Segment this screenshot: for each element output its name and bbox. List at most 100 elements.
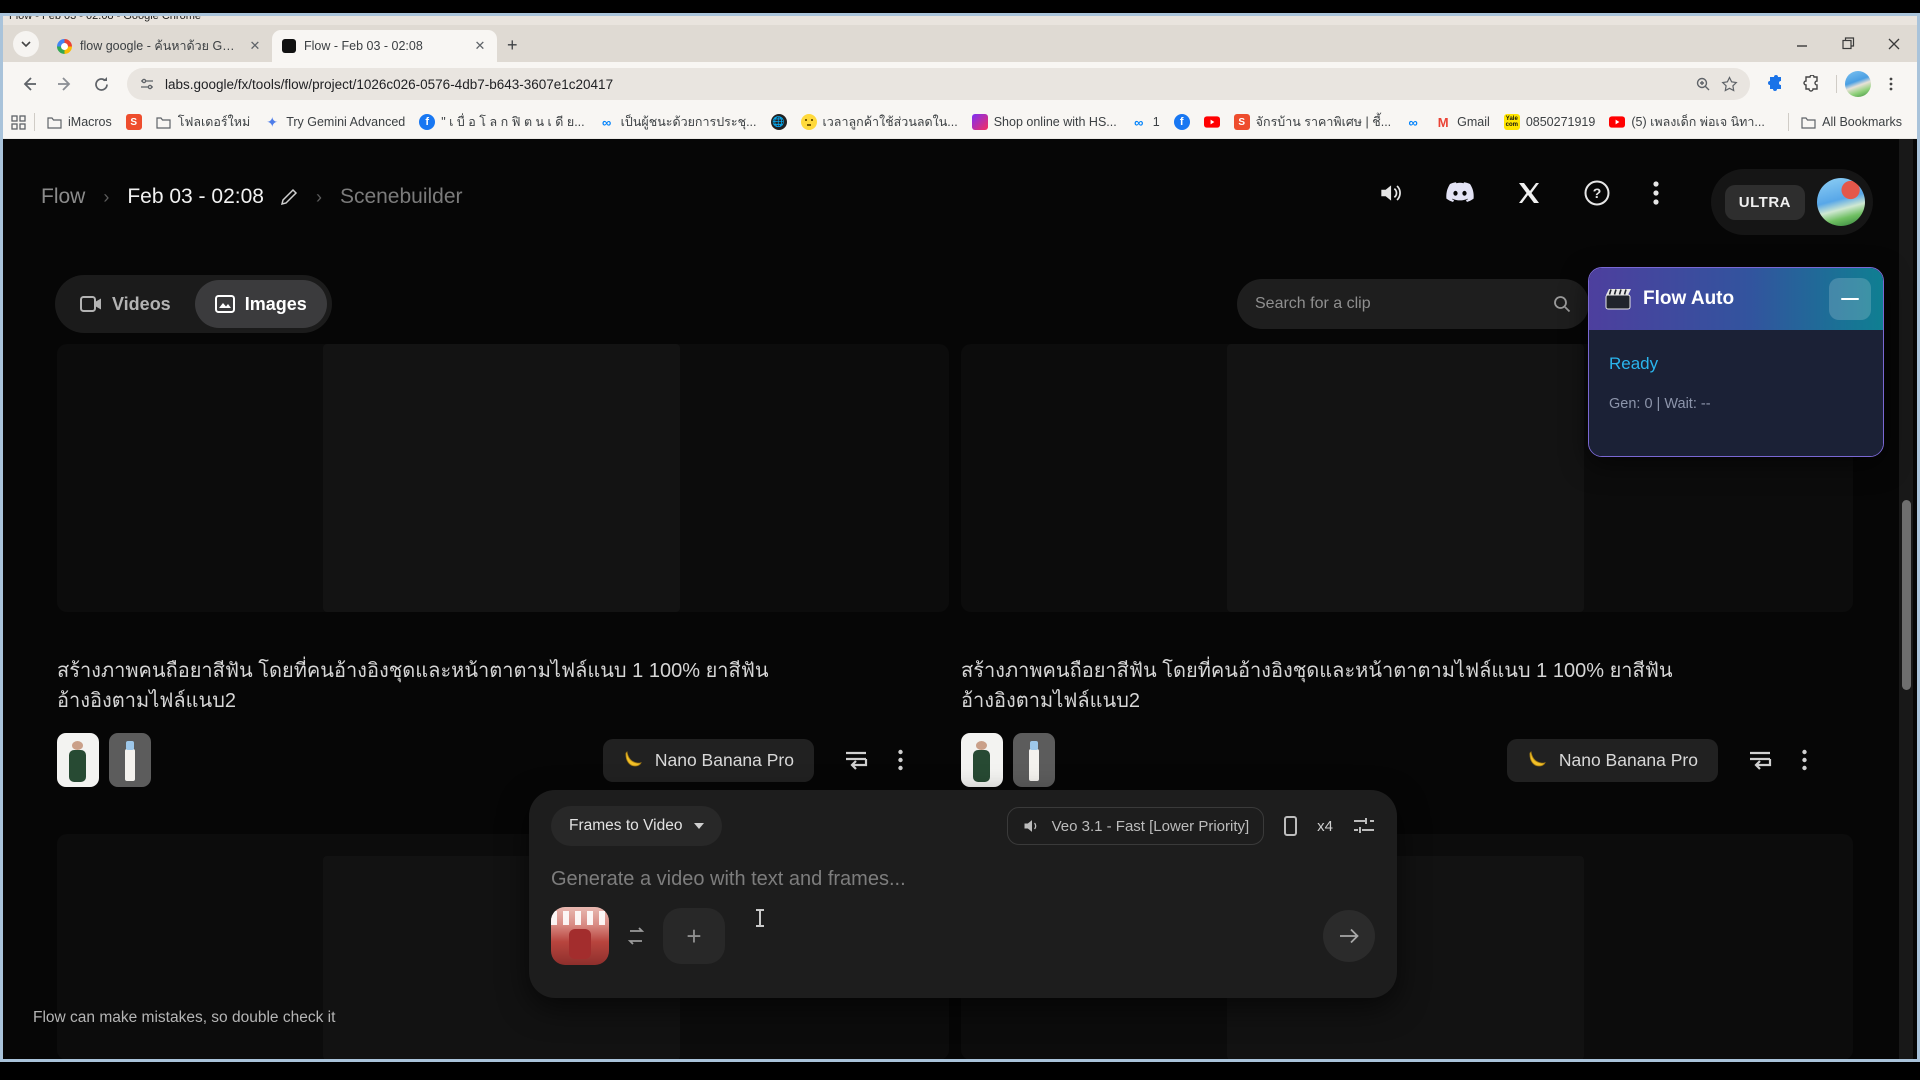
card-image[interactable] <box>57 344 949 612</box>
account-chip[interactable]: ULTRA <box>1711 169 1873 235</box>
flow-auto-title: Flow Auto <box>1643 288 1817 310</box>
model-selector[interactable]: Veo 3.1 - Fast [Lower Priority] <box>1007 807 1265 845</box>
breadcrumb-project[interactable]: Feb 03 - 02:08 <box>127 185 264 209</box>
bookmark-item[interactable]: f <box>1167 110 1197 134</box>
prompt-bar: Frames to Video Veo 3.1 - Fast [Lower Pr… <box>529 790 1397 998</box>
bookmark-item[interactable]: เวลาลูกค้าใช้ส่วนลดใน... <box>794 108 965 136</box>
folder-icon <box>1800 114 1816 130</box>
user-avatar[interactable] <box>1817 178 1865 226</box>
reference-thumb-person[interactable] <box>57 733 99 787</box>
bookmark-item[interactable] <box>1197 110 1227 134</box>
bookmark-item[interactable]: iMacros <box>39 110 119 134</box>
meta-icon: ∞ <box>1131 114 1147 130</box>
model-pill[interactable]: Nano Banana Pro <box>1507 739 1718 782</box>
tab-search-button[interactable] <box>13 31 39 57</box>
tab-flow[interactable]: Flow - Feb 03 - 02:08 ✕ <box>272 30 497 62</box>
minimize-panel-button[interactable] <box>1829 278 1871 320</box>
add-to-scene-icon[interactable] <box>844 749 868 771</box>
tab-images[interactable]: Images <box>195 280 327 328</box>
swap-frames-icon[interactable] <box>625 927 647 945</box>
bookmark-item[interactable]: โฟลเดอร์ใหม่ <box>149 108 257 136</box>
reference-thumb-person[interactable] <box>961 733 1003 787</box>
help-icon[interactable]: ? <box>1583 179 1611 207</box>
caret-down-icon <box>694 823 704 829</box>
card-menu-icon[interactable] <box>1802 749 1807 771</box>
extensions-icon[interactable] <box>1796 68 1828 100</box>
clip-search[interactable] <box>1237 279 1589 329</box>
address-bar[interactable]: labs.google/fx/tools/flow/project/1026c0… <box>127 68 1750 100</box>
bookmark-item[interactable]: Sจักรบ้าน ราคาพิเศษ | ชี้... <box>1227 108 1398 136</box>
gemini-icon: ✦ <box>264 114 280 130</box>
bookmark-item[interactable]: ✦Try Gemini Advanced <box>257 110 412 134</box>
bookmark-item[interactable]: ∞เป็นผู้ชนะด้วยการประชุ... <box>592 108 764 136</box>
tune-settings-icon[interactable] <box>1353 816 1375 836</box>
flow-favicon <box>282 39 296 53</box>
add-frame-button[interactable]: + <box>663 908 725 964</box>
reload-icon[interactable] <box>85 68 117 100</box>
facebook-icon: f <box>1174 114 1190 130</box>
bookmark-item[interactable]: MGmail <box>1428 110 1497 134</box>
reference-thumb-toothpaste[interactable] <box>1013 733 1055 787</box>
flow-auto-body: Ready Gen: 0 | Wait: -- <box>1589 330 1883 457</box>
bookmark-item[interactable]: (5) เพลงเด็ก พ่อเจ นิทา... <box>1602 108 1772 136</box>
header-icons: ? <box>1377 179 1659 207</box>
image-card[interactable]: สร้างภาพคนถือยาสีฟัน โดยที่คนอ้างอิงชุดแ… <box>57 344 949 787</box>
tab-close-icon[interactable]: ✕ <box>246 37 264 55</box>
bookmark-item[interactable]: Yalecom0850271919 <box>1497 110 1603 134</box>
apps-grid-icon[interactable] <box>11 115 26 130</box>
tab-google-search[interactable]: flow google - ค้นหาด้วย Google ✕ <box>47 30 272 62</box>
generate-button[interactable] <box>1323 910 1375 962</box>
window-title: Flow - Feb 03 - 02:08 - Google Chrome <box>9 16 201 22</box>
bookmark-item[interactable]: ∞ <box>1398 110 1428 134</box>
output-count[interactable]: x4 <box>1317 818 1333 835</box>
all-bookmarks-button[interactable]: All Bookmarks <box>1793 110 1909 134</box>
back-icon[interactable] <box>13 68 45 100</box>
new-tab-button[interactable]: + <box>507 36 518 54</box>
mode-selector[interactable]: Frames to Video <box>551 806 722 846</box>
forward-icon[interactable] <box>49 68 81 100</box>
window-controls <box>1779 25 1917 62</box>
x-icon[interactable] <box>1517 181 1541 205</box>
card-caption: สร้างภาพคนถือยาสีฟัน โดยที่คนอ้างอิงชุดแ… <box>57 656 827 716</box>
tab-close-icon[interactable]: ✕ <box>471 37 489 55</box>
model-pill[interactable]: Nano Banana Pro <box>603 739 814 782</box>
search-input[interactable] <box>1255 295 1553 313</box>
flow-auto-header[interactable]: Flow Auto <box>1589 268 1883 330</box>
minimize-button[interactable] <box>1779 25 1825 62</box>
bookmark-item[interactable]: Shop online with HS... <box>965 110 1124 134</box>
breadcrumb-root[interactable]: Flow <box>41 185 85 209</box>
image-icon <box>215 295 235 313</box>
generated-image[interactable] <box>323 344 680 612</box>
bookmark-item[interactable]: f" เ บื่ อ โ ล ก ฟิ ต น เ ดี ย... <box>412 108 591 136</box>
site-info-icon[interactable] <box>139 76 155 92</box>
edit-title-icon[interactable] <box>280 188 298 206</box>
discord-icon[interactable] <box>1445 181 1475 205</box>
aspect-ratio-icon[interactable] <box>1284 816 1297 836</box>
toolbar-divider <box>1836 75 1837 93</box>
frame-thumb[interactable] <box>551 907 609 965</box>
tab-strip: flow google - ค้นหาด้วย Google ✕ Flow - … <box>3 25 1917 62</box>
add-to-scene-icon[interactable] <box>1748 749 1772 771</box>
plan-badge: ULTRA <box>1725 185 1805 220</box>
zoom-icon[interactable] <box>1695 76 1711 92</box>
scrollbar-thumb[interactable] <box>1902 500 1911 690</box>
prompt-input[interactable] <box>551 868 1375 891</box>
close-button[interactable] <box>1871 25 1917 62</box>
bookmark-item[interactable]: 🌐 <box>764 110 794 134</box>
card-menu-icon[interactable] <box>898 749 903 771</box>
reference-thumb-toothpaste[interactable] <box>109 733 151 787</box>
tab-videos[interactable]: Videos <box>60 280 191 328</box>
extension-pinned-icon[interactable] <box>1760 68 1792 100</box>
bookmarks-divider <box>1788 113 1789 131</box>
bookmark-item[interactable]: S <box>119 110 149 134</box>
bookmark-item[interactable]: ∞1 <box>1124 110 1167 134</box>
profile-avatar[interactable] <box>1845 71 1871 97</box>
sound-icon[interactable] <box>1377 180 1403 206</box>
chrome-menu-icon[interactable] <box>1875 68 1907 100</box>
generated-image[interactable] <box>1227 344 1584 612</box>
bookmark-star-icon[interactable] <box>1721 76 1738 93</box>
restore-button[interactable] <box>1825 25 1871 62</box>
bookmarks-divider <box>34 113 35 131</box>
url-text[interactable]: labs.google/fx/tools/flow/project/1026c0… <box>165 77 1685 92</box>
more-menu-icon[interactable] <box>1653 180 1659 206</box>
